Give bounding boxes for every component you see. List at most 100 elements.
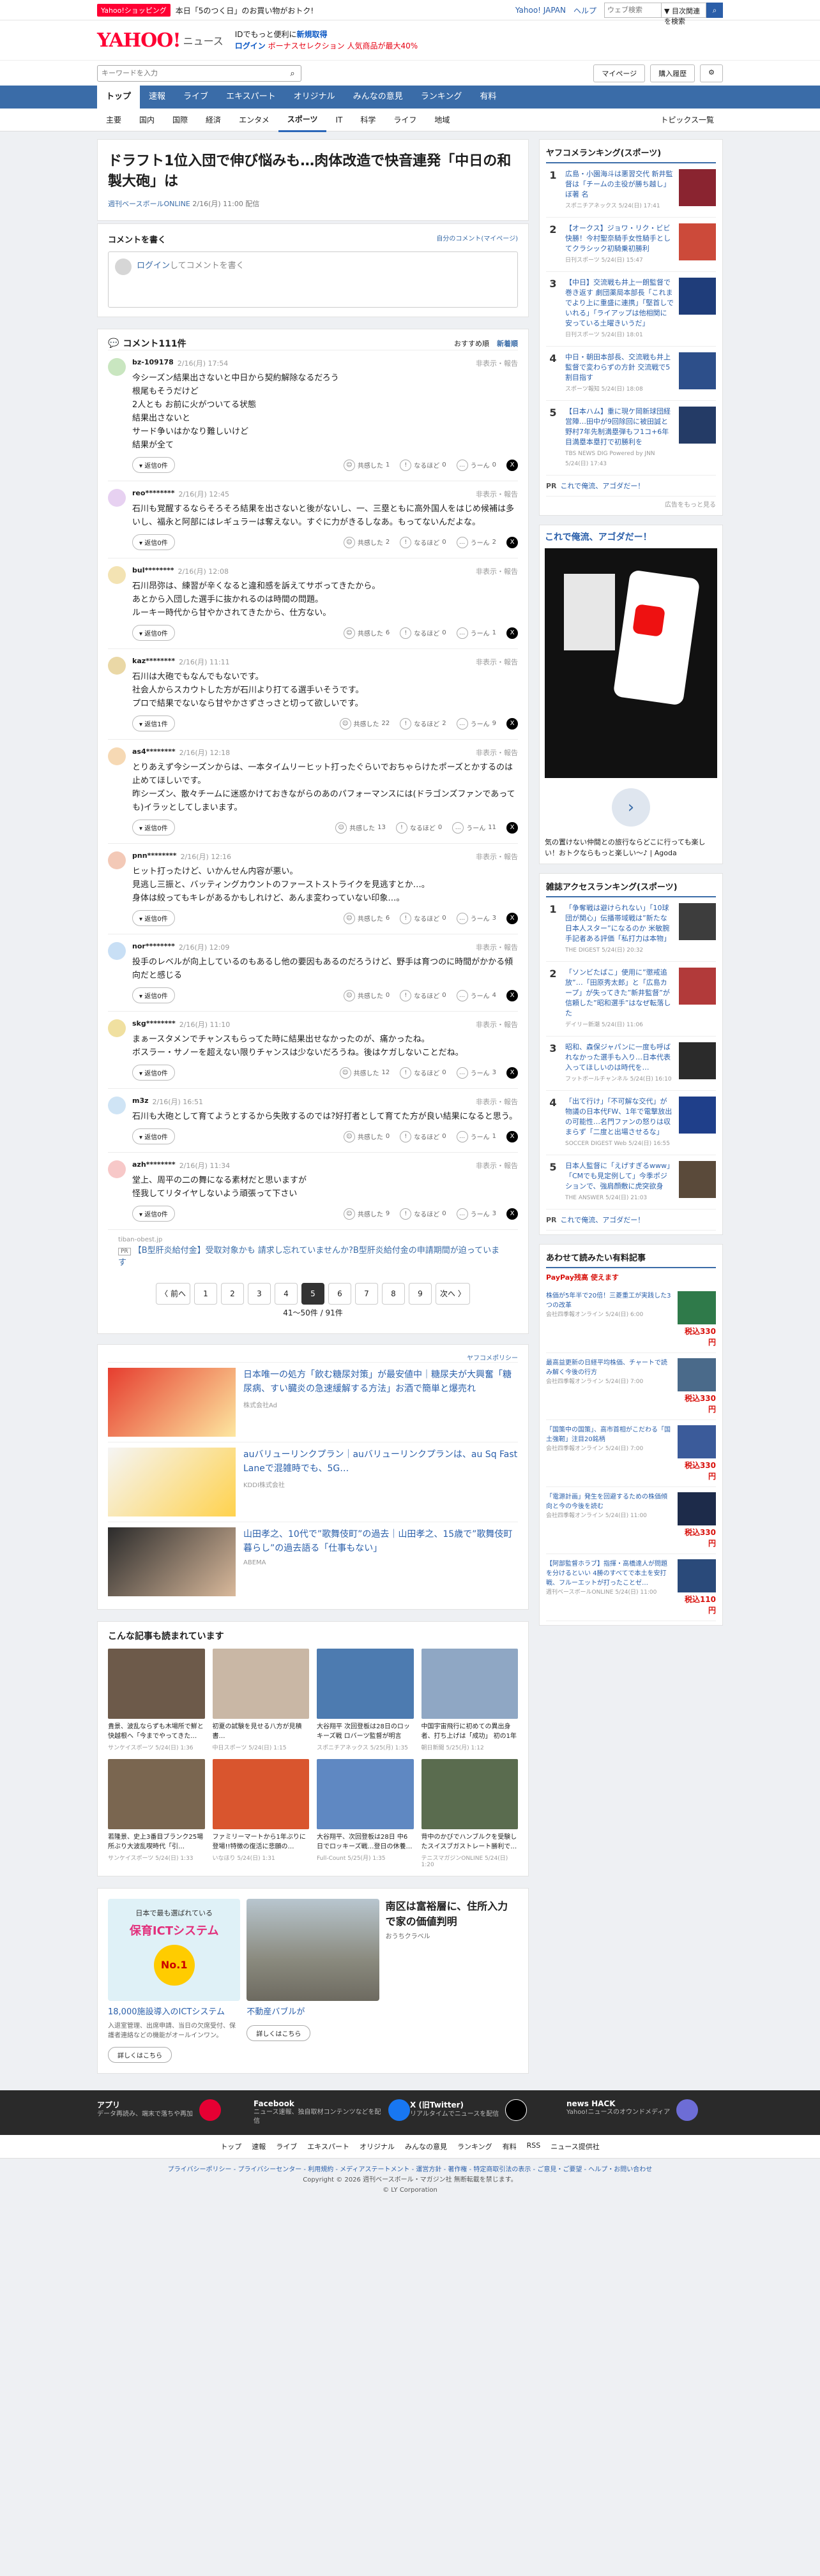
big-ad-2[interactable]: 不動産バブルが 詳しくはこちら — [247, 1899, 379, 2063]
pager-page[interactable]: 3 — [248, 1283, 271, 1305]
yjapan-link[interactable]: Yahoo! JAPAN — [515, 6, 566, 15]
x-share-icon[interactable]: X — [506, 1067, 518, 1079]
report-link[interactable]: 非表示・報告 — [476, 358, 518, 368]
access-item[interactable]: 3 昭和、森保ジャパンに一度も呼ばれなかった選手も入り…日本代表入ってほしいのは時… — [546, 1037, 716, 1091]
ad-title[interactable]: auバリューリンクプラン｜auバリューリンクプランは、au Sq Fast La… — [243, 1448, 518, 1476]
shop-title[interactable]: 「国策中の国策」、高市首相がこだわる「国土強靭」注目20銘柄 — [546, 1425, 672, 1444]
access-title[interactable]: 昭和、森保ジャパンに一度も呼ばれなかった選手も入り…日本代表入ってほしいのは時代… — [565, 1042, 674, 1073]
reaction-button[interactable]: ☺ 共感した 6 — [343, 912, 390, 924]
ranking-item[interactable]: 3 【中日】交流戦も井上一朗監督で巻き返す 劇団薬局本部長「これまでより上に重盛に… — [546, 272, 716, 347]
recommend-title[interactable]: 中国宇宙飛行に初めての異出身者、打ち上げは「成功」 初の1年滞… — [421, 1722, 519, 1741]
pr-link[interactable]: PR これで俺流、アゴダだー！ — [546, 476, 716, 497]
article-source[interactable]: 週刊ベースボールONLINE — [108, 200, 190, 208]
sort-newest[interactable]: 新着順 — [497, 338, 518, 348]
app-item[interactable]: news HACK Yahoo!ニュースのオウンドメディア — [566, 2099, 723, 2126]
comment-input[interactable]: ログインしてコメントを書く — [108, 251, 518, 308]
category-tab[interactable]: IT — [326, 109, 351, 131]
comment-user[interactable]: m3z — [132, 1097, 149, 1107]
rank-title[interactable]: 【オークス】ジョワ・リク・ビビ快勝！今村聖奈騎手女性騎手としてクラシック初騎乗初… — [565, 223, 674, 254]
reaction-button[interactable]: ☺ 共感した 6 — [343, 627, 390, 639]
pager-page[interactable]: 7 — [355, 1283, 378, 1305]
footer-nav-link[interactable]: トップ — [220, 2141, 241, 2152]
ranking-item[interactable]: 1 広島・小園海斗は悪習交代 新井監督は「チームの主役が勝ち越し」ぼ著 名スポニチ… — [546, 163, 716, 218]
app-item[interactable]: X (旧Twitter) リアルタイムでニュースを配信 — [410, 2099, 566, 2126]
topics-list-link[interactable]: トピックス一覧 — [651, 109, 723, 131]
reaction-button[interactable]: ☺ 共感した 0 — [343, 1130, 390, 1142]
yahoo-logo[interactable]: YAHOO! — [97, 29, 181, 52]
reply-button[interactable]: ▾ 返信0件 — [132, 1065, 175, 1081]
ranking-item[interactable]: 2 【オークス】ジョワ・リク・ビビ快勝！今村聖奈騎手女性騎手としてクラシック初騎乗… — [546, 218, 716, 272]
report-link[interactable]: 非表示・報告 — [476, 851, 518, 862]
category-tab[interactable]: 地域 — [425, 109, 459, 131]
rank-title[interactable]: 【日本ハム】重に現ケ岡新球団経営陣…田中が9回除回に被田誠と 野村7年先制満塁弾… — [565, 407, 674, 447]
main-nav-tab[interactable]: ライブ — [174, 86, 217, 109]
footer-nav-link[interactable]: オリジナル — [360, 2141, 395, 2152]
main-nav-tab[interactable]: エキスパート — [217, 86, 285, 109]
reply-button[interactable]: ▾ 返信0件 — [132, 534, 175, 550]
carousel-next-icon[interactable]: › — [545, 788, 717, 827]
recommend-title[interactable]: 初夏の試験を見せる八方が見積書… — [213, 1722, 310, 1741]
reaction-button[interactable]: … うーん 3 — [456, 912, 496, 924]
access-title[interactable]: 「争奪戦は避けられない」「10球団が関心」伝播帯域戦は”新たな日本人スター”にな… — [565, 903, 674, 944]
rank-title[interactable]: 中日・朝田本部長、交流戦も井上監督で変わらずの方針 交流戦で5割目指す — [565, 352, 674, 383]
promo-text[interactable]: 本日「5のつく日」のお買い物がおトク! — [176, 5, 314, 16]
main-nav-tab[interactable]: トップ — [97, 86, 140, 109]
x-share-icon[interactable]: X — [506, 821, 518, 834]
reaction-button[interactable]: … うーん 4 — [456, 989, 496, 1001]
reaction-button[interactable]: … うーん 3 — [456, 1067, 496, 1079]
footer-nav-link[interactable]: 速報 — [252, 2141, 266, 2152]
category-tab[interactable]: 国際 — [163, 109, 197, 131]
shop-item[interactable]: 「電源計画」発生を回避するための株価傾向と今の今後を読む 会社四季報オンライン 5… — [546, 1487, 716, 1554]
reaction-button[interactable]: … うーん 2 — [456, 536, 496, 548]
help-link[interactable]: ヘルプ — [573, 5, 596, 16]
report-link[interactable]: 非表示・報告 — [476, 657, 518, 667]
reply-button[interactable]: ▾ 返信0件 — [132, 820, 175, 835]
x-share-icon[interactable]: X — [506, 627, 518, 639]
access-item[interactable]: 1 「争奪戦は避けられない」「10球団が関心」伝播帯域戦は”新たな日本人スター”に… — [546, 897, 716, 962]
recommend-title[interactable]: 若隆景、史上3番目ブランク25場所ぶり大波乱喫時代「引… — [108, 1832, 205, 1852]
shop-title[interactable]: 「電源計画」発生を回避するための株価傾向と今の今後を読む — [546, 1492, 672, 1511]
report-link[interactable]: 非表示・報告 — [476, 747, 518, 758]
reaction-button[interactable]: ! なるほど 0 — [400, 627, 446, 639]
recommend-item[interactable]: 大谷翔平、次回登板は28日 中6日でロッキーズ戦…登日の休養… Full-Coun… — [317, 1759, 414, 1868]
recommend-title[interactable]: ファミリーマートから1年ぶりに登場!!特徴の復活に悲願の… — [213, 1832, 310, 1852]
recommend-title[interactable]: 大谷翔平 次回登板は28日のロッキーズ戦 ロバーツ監督が明言 — [317, 1722, 414, 1741]
article-title[interactable]: ドラフト1位入団で伸び悩みも…肉体改造で快音連発「中日の和製大砲」は — [108, 151, 518, 192]
access-title[interactable]: 日本人監督に「えげすぎるwww」「CMでも見定例して」今季ポジションで、強肩顔敷… — [565, 1161, 674, 1192]
reply-button[interactable]: ▾ 返信0件 — [132, 1206, 175, 1222]
recommend-title[interactable]: 大谷翔平、次回登板は28日 中6日でロッキーズ戦…登日の休養… — [317, 1832, 414, 1852]
main-nav-tab[interactable]: オリジナル — [285, 86, 344, 109]
reaction-button[interactable]: ! なるほど 0 — [400, 912, 446, 924]
reaction-button[interactable]: ☺ 共感した 0 — [343, 989, 390, 1001]
access-item[interactable]: 4 「出て行け」「不可解な交代」が物議の日本代FW、1年で電撃放出の可能性…名門フ… — [546, 1091, 716, 1155]
comment-user[interactable]: bul******** — [132, 566, 174, 576]
reaction-button[interactable]: ☺ 共感した 12 — [339, 1067, 390, 1079]
main-nav-tab[interactable]: ランキング — [412, 86, 471, 109]
reply-button[interactable]: ▾ 返信0件 — [132, 457, 175, 473]
comment-user[interactable]: reo******** — [132, 489, 174, 499]
reply-button[interactable]: ▾ 返信0件 — [132, 987, 175, 1003]
x-share-icon[interactable]: X — [506, 1130, 518, 1142]
rank-title[interactable]: 広島・小園海斗は悪習交代 新井監督は「チームの主役が勝ち越し」ぼ著 名 — [565, 169, 674, 200]
category-tab[interactable]: 経済 — [197, 109, 230, 131]
shop-title[interactable]: 【阿部監督ホラブ】指揮・高橋達人が問題を分けるといい 4勝のすべてで本土を安打戦… — [546, 1559, 672, 1588]
sort-recommended[interactable]: おすすめ順 — [454, 338, 489, 348]
reply-button[interactable]: ▾ 返信0件 — [132, 625, 175, 641]
reply-button[interactable]: ▾ 返信0件 — [132, 1128, 175, 1144]
pager-page[interactable]: 9 — [409, 1283, 432, 1305]
search-icon[interactable]: ⌕ — [284, 69, 301, 79]
big-ad-3[interactable]: 南区は富裕層に、住所入力で家の価値判明 おうちクラベル — [386, 1899, 518, 2063]
reaction-button[interactable]: … うーん 1 — [456, 1130, 496, 1142]
category-tab[interactable]: スポーツ — [278, 109, 327, 132]
category-tab[interactable]: ライフ — [384, 109, 425, 131]
shop-title[interactable]: 最高益更新の日経平均株価、チャートで読み解く今後の行方 — [546, 1358, 672, 1377]
recommend-item[interactable]: 大谷翔平 次回登板は28日のロッキーズ戦 ロバーツ監督が明言 スポニチアネックス … — [317, 1649, 414, 1751]
app-item[interactable]: アプリ データ再読み、端末で落ちや再加 — [97, 2099, 254, 2126]
ranking-item[interactable]: 4 中日・朝田本部長、交流戦も井上監督で変わらずの方針 交流戦で5割目指す スポーツ… — [546, 347, 716, 401]
main-nav-tab[interactable]: みんなの意見 — [344, 86, 412, 109]
shop-item[interactable]: 株価が5年半で20倍！三菱重工が実践した3つの改革 会社四季報オンライン 5/24… — [546, 1286, 716, 1353]
x-share-icon[interactable]: X — [506, 717, 518, 730]
footer-nav-link[interactable]: ニュース提供社 — [550, 2141, 599, 2152]
report-link[interactable]: 非表示・報告 — [476, 566, 518, 576]
footer-nav-link[interactable]: ライブ — [276, 2141, 297, 2152]
